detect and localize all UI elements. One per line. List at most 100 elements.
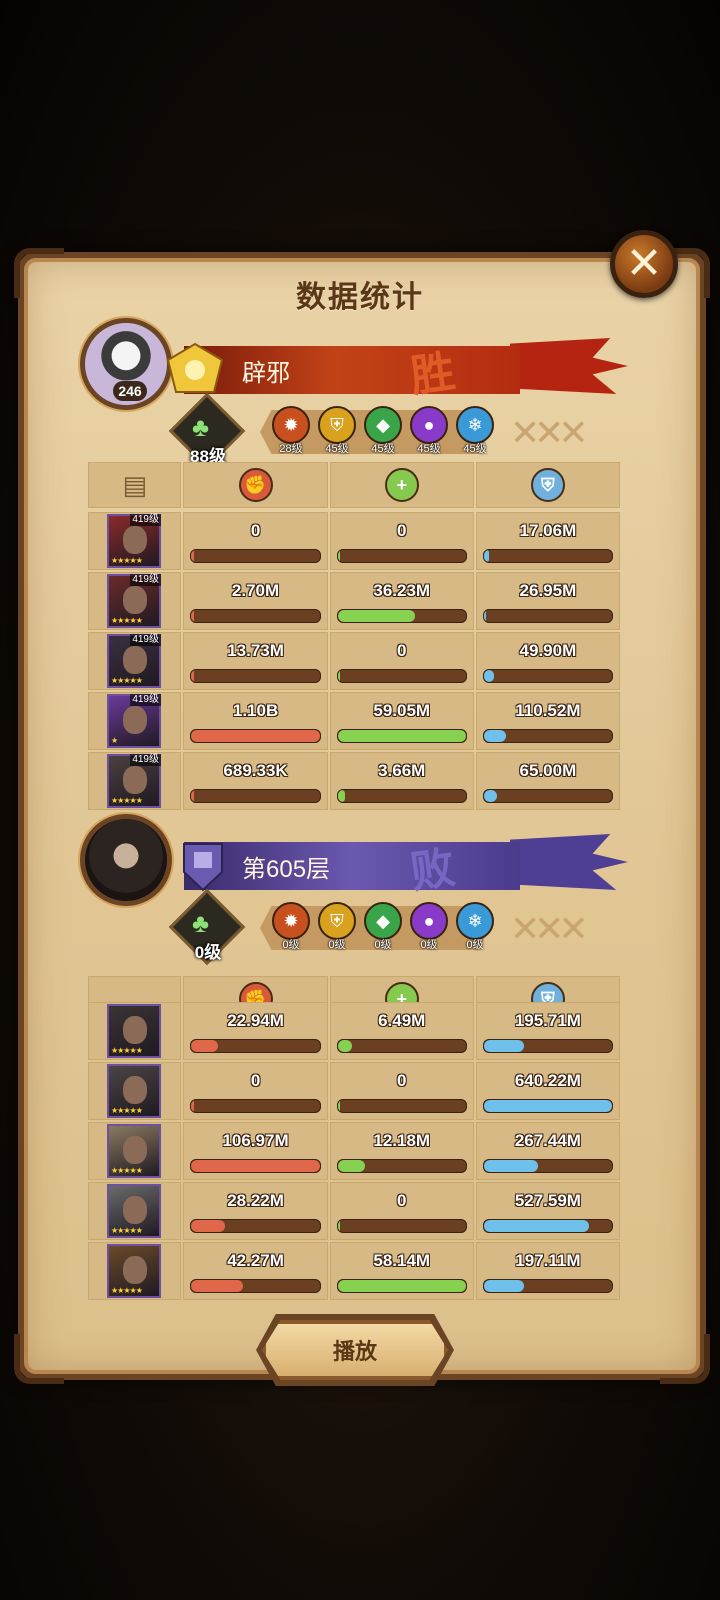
close-button[interactable]: ✕ xyxy=(610,230,678,298)
heal-value: 3.66M xyxy=(378,761,426,780)
damage-icon: ✊ xyxy=(238,468,273,502)
damage-bar xyxy=(190,1039,321,1053)
shield-value: 267.44M xyxy=(514,1131,581,1150)
heal-value: 0 xyxy=(396,521,407,540)
damage-cell: 13.73M xyxy=(183,632,328,690)
damage-cell: 0 xyxy=(183,512,328,570)
shield-bar xyxy=(482,1279,613,1293)
hero-stat-row: ★★★★★ 22.94M 6.49M 195.71M xyxy=(88,1002,620,1060)
damage-bar xyxy=(190,729,321,743)
heal-cell: 3.66M xyxy=(329,752,474,810)
faction-level: 45级 xyxy=(371,443,395,455)
hero-stat-row: 419级 ★★★★★ 2.70M 36.23M 26.95M xyxy=(88,572,620,630)
heal-cell: 12.18M xyxy=(329,1122,474,1180)
shield-cell: 267.44M xyxy=(475,1122,620,1180)
faction-level: 45级 xyxy=(417,443,441,455)
player-avatar[interactable]: 246 xyxy=(80,318,172,410)
faction-level: 0级 xyxy=(466,939,484,951)
avatar-level-badge: 246 xyxy=(113,381,147,401)
damage-cell: 22.94M xyxy=(183,1002,328,1060)
heal-icon: + xyxy=(384,468,419,502)
heal-bar xyxy=(336,1279,467,1293)
shield-cell: 49.90M xyxy=(475,632,620,690)
hero-portrait[interactable]: 419级 ★★★★★ xyxy=(107,634,161,688)
heal-value: 0 xyxy=(396,1071,407,1090)
hero-portrait[interactable]: 419级 ★★★★★ xyxy=(107,574,161,628)
heal-bar xyxy=(336,1099,467,1113)
play-button[interactable]: 播放 xyxy=(262,1320,448,1380)
heal-cell: 0 xyxy=(329,1182,474,1240)
hero-face xyxy=(123,1196,147,1224)
damage-cell: 42.27M xyxy=(183,1242,328,1300)
hero-stars: ★★★★★ xyxy=(111,1166,143,1175)
shield-bar-fill xyxy=(483,670,495,682)
hero-stat-row: ★★★★★ 28.22M 0 527.59M xyxy=(88,1182,620,1240)
shield-bar-fill xyxy=(483,730,506,742)
heal-bar-fill xyxy=(337,1280,466,1292)
shield-bar-fill xyxy=(483,1100,612,1112)
shield-bar-fill xyxy=(483,1160,538,1172)
faction-level: 0级 xyxy=(420,939,438,951)
hero-face xyxy=(123,646,147,674)
heal-value: 12.18M xyxy=(373,1131,431,1150)
heal-bar-fill xyxy=(337,1160,365,1172)
damage-bar-fill xyxy=(191,610,195,622)
hero-stat-row: 419级 ★★★★★ 13.73M 0 49.90M xyxy=(88,632,620,690)
damage-bar-fill xyxy=(191,1100,195,1112)
shield-cell: 527.59M xyxy=(475,1182,620,1240)
hero-portrait-cell: ★★★★★ xyxy=(88,1242,182,1300)
shield-value: 197.11M xyxy=(515,1251,581,1270)
enemy-avatar xyxy=(80,814,172,906)
heal-cell: 0 xyxy=(329,632,474,690)
heal-value: 36.23M xyxy=(373,581,431,600)
team-header-enemy: 第605层 败 xyxy=(80,814,640,914)
details-button[interactable]: ▤ xyxy=(88,462,182,508)
hero-stars: ★★★★★ xyxy=(111,556,143,565)
shield-bar xyxy=(482,729,613,743)
hero-stars: ★★★★★ xyxy=(111,1286,143,1295)
hero-level: 419级 xyxy=(130,634,161,646)
hero-stars: ★★★★★ xyxy=(111,1046,143,1055)
shield-bar-fill xyxy=(483,550,489,562)
shield-cell: 110.52M xyxy=(475,692,620,750)
hero-portrait[interactable]: ★★★★★ xyxy=(107,1004,161,1058)
shield-value: 195.71M xyxy=(514,1011,581,1030)
tower-floor-banner: 第605层 xyxy=(184,842,520,890)
hero-portrait[interactable]: ★★★★★ xyxy=(107,1064,161,1118)
hero-stat-row: ★★★★★ 106.97M 12.18M 267.44M xyxy=(88,1122,620,1180)
damage-cell: 0 xyxy=(183,1062,328,1120)
heal-bar xyxy=(336,549,467,563)
faction-level: 45级 xyxy=(325,443,349,455)
hero-portrait[interactable]: 419级 ★ xyxy=(107,694,161,748)
damage-value: 42.27M xyxy=(227,1251,284,1270)
shield-bar-fill xyxy=(483,1040,524,1052)
hero-stars: ★★★★★ xyxy=(111,676,143,685)
heal-bar xyxy=(336,1039,467,1053)
shield-value: 26.95M xyxy=(519,581,577,600)
heal-value: 0 xyxy=(396,1191,407,1210)
damage-value: 2.70M xyxy=(231,581,280,600)
shield-value: 527.59M xyxy=(514,1191,581,1210)
hero-portrait[interactable]: ★★★★★ xyxy=(107,1244,161,1298)
hero-stars: ★★★★★ xyxy=(111,1226,143,1235)
heal-column-header: + xyxy=(329,462,474,508)
hero-portrait-cell: 419级 ★★★★★ xyxy=(88,572,182,630)
hero-portrait[interactable]: 419级 ★★★★★ xyxy=(107,754,161,808)
hero-portrait[interactable]: 419级 ★★★★★ xyxy=(107,514,161,568)
heal-bar-fill xyxy=(337,1040,352,1052)
shield-bar xyxy=(482,1219,613,1233)
shield-bar xyxy=(482,609,613,623)
damage-bar xyxy=(190,1279,321,1293)
heal-bar-fill xyxy=(337,1100,341,1112)
hero-portrait[interactable]: ★★★★★ xyxy=(107,1184,161,1238)
fire-faction-icon: ✹ xyxy=(272,406,310,444)
hero-stat-row: ★★★★★ 42.27M 58.14M 197.11M xyxy=(88,1242,620,1300)
damage-bar-fill xyxy=(191,1040,219,1052)
damage-bar xyxy=(190,669,321,683)
damage-bar xyxy=(190,1159,321,1173)
shield-value: 640.22M xyxy=(514,1071,581,1090)
hero-portrait[interactable]: ★★★★★ xyxy=(107,1124,161,1178)
damage-value: 1.10B xyxy=(232,701,279,720)
shield-faction-icon: ⛨ xyxy=(318,406,356,444)
heal-bar-fill xyxy=(337,730,466,742)
